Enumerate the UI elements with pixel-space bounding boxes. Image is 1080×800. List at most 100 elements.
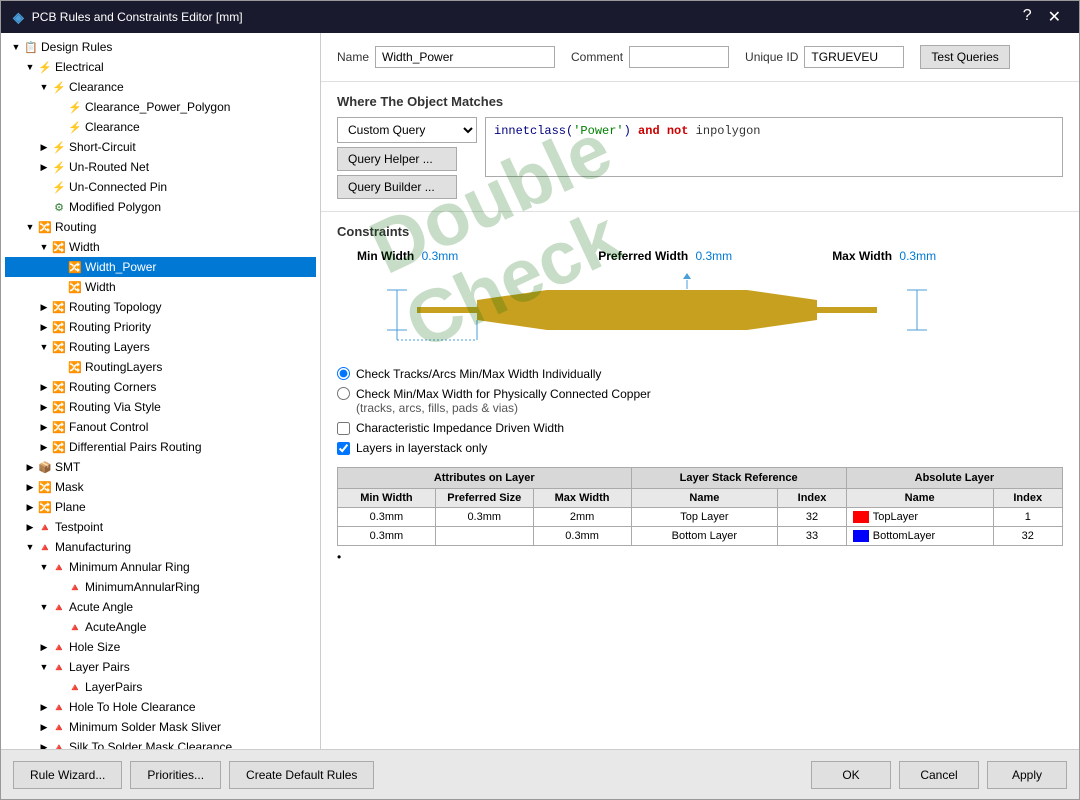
tree-label: Minimum Annular Ring: [67, 560, 190, 574]
tree-item-clearance2[interactable]: ⚡ Clearance: [5, 117, 316, 137]
ok-button[interactable]: OK: [811, 761, 891, 789]
checkbox-layerstack[interactable]: [337, 442, 350, 455]
expand-icon[interactable]: ▼: [23, 220, 37, 234]
expand-icon[interactable]: ▶: [37, 160, 51, 174]
close-button[interactable]: ✕: [1042, 5, 1067, 29]
expand-icon[interactable]: ▼: [37, 340, 51, 354]
tree-item-electrical[interactable]: ▼ ⚡ Electrical: [5, 57, 316, 77]
create-defaults-button[interactable]: Create Default Rules: [229, 761, 374, 789]
comment-input[interactable]: [629, 46, 729, 68]
tree-item-layer-pairs-item[interactable]: 🔺 LayerPairs: [5, 677, 316, 697]
tree-item-hole-size[interactable]: ▶ 🔺 Hole Size: [5, 637, 316, 657]
help-button[interactable]: ?: [1017, 5, 1038, 29]
rule-wizard-button[interactable]: Rule Wizard...: [13, 761, 122, 789]
table-row[interactable]: 0.3mm 0.3mm Bottom Layer 33 BottomLayer …: [337, 526, 1063, 546]
tree-item-design-rules[interactable]: ▼ 📋 Design Rules: [5, 37, 316, 57]
manufacturing-icon: 🔺: [37, 539, 53, 555]
tree-item-routing-via[interactable]: ▶ 🔀 Routing Via Style: [5, 397, 316, 417]
expand-icon[interactable]: ▶: [37, 420, 51, 434]
tree-item-testpoint[interactable]: ▶ 🔺 Testpoint: [5, 517, 316, 537]
rule-icon: 🔀: [67, 359, 83, 375]
tree-label: Mask: [53, 480, 84, 494]
tree-item-fanout[interactable]: ▶ 🔀 Fanout Control: [5, 417, 316, 437]
radio-tracks-arcs[interactable]: [337, 367, 350, 380]
expand-icon[interactable]: ▼: [9, 40, 23, 54]
tree-item-clearance-power[interactable]: ⚡ Clearance_Power_Polygon: [5, 97, 316, 117]
tree-label: Hole To Hole Clearance: [67, 700, 196, 714]
tree-item-mask[interactable]: ▶ 🔀 Mask: [5, 477, 316, 497]
expand-icon[interactable]: ▼: [37, 600, 51, 614]
options-row: Check Tracks/Arcs Min/Max Width Individu…: [337, 367, 1063, 455]
tree-item-clearance[interactable]: ▼ ⚡ Clearance: [5, 77, 316, 97]
expand-icon[interactable]: ▼: [37, 660, 51, 674]
expand-icon[interactable]: ▶: [23, 500, 37, 514]
tree-view[interactable]: ▼ 📋 Design Rules ▼ ⚡ Electrical ▼ ⚡ Clea…: [1, 33, 320, 749]
tree-item-routing-layers-item[interactable]: 🔀 RoutingLayers: [5, 357, 316, 377]
radio-physical-copper[interactable]: [337, 387, 350, 400]
tree-item-min-annular[interactable]: ▼ 🔺 Minimum Annular Ring: [5, 557, 316, 577]
tree-item-acute-angle-item[interactable]: 🔺 AcuteAngle: [5, 617, 316, 637]
tree-item-layer-pairs[interactable]: ▼ 🔺 Layer Pairs: [5, 657, 316, 677]
expand-icon[interactable]: ▶: [37, 380, 51, 394]
expand-icon[interactable]: ▶: [37, 640, 51, 654]
cancel-button[interactable]: Cancel: [899, 761, 979, 789]
tree-item-width-power[interactable]: 🔀 Width_Power: [5, 257, 316, 277]
tree-item-unconnected[interactable]: ⚡ Un-Connected Pin: [5, 177, 316, 197]
expand-icon[interactable]: ▼: [23, 540, 37, 554]
tree-item-routing-topology[interactable]: ▶ 🔀 Routing Topology: [5, 297, 316, 317]
cell-pref-size: [436, 527, 534, 545]
expand-icon: [37, 180, 51, 194]
mask-icon: 🔀: [37, 479, 53, 495]
expand-icon[interactable]: ▼: [37, 80, 51, 94]
expand-icon[interactable]: ▶: [37, 720, 51, 734]
table-row[interactable]: 0.3mm 0.3mm 2mm Top Layer 32 TopLayer 1: [337, 507, 1063, 526]
query-helper-button[interactable]: Query Helper ...: [337, 147, 457, 171]
tree-item-routing-priority[interactable]: ▶ 🔀 Routing Priority: [5, 317, 316, 337]
priorities-button[interactable]: Priorities...: [130, 761, 221, 789]
tree-item-width-group[interactable]: ▼ 🔀 Width: [5, 237, 316, 257]
tree-label: Width_Power: [83, 260, 156, 274]
tree-item-silk-solder[interactable]: ▶ 🔺 Silk To Solder Mask Clearance: [5, 737, 316, 749]
tree-item-min-solder-mask[interactable]: ▶ 🔺 Minimum Solder Mask Sliver: [5, 717, 316, 737]
expand-icon[interactable]: ▼: [37, 560, 51, 574]
expand-icon: [53, 100, 67, 114]
query-dropdown[interactable]: Custom Query Query Helper Query Builder: [337, 117, 477, 143]
tree-item-plane[interactable]: ▶ 🔀 Plane: [5, 497, 316, 517]
tree-item-routing[interactable]: ▼ 🔀 Routing: [5, 217, 316, 237]
uid-input[interactable]: [804, 46, 904, 68]
tree-item-unrouted[interactable]: ▶ ⚡ Un-Routed Net: [5, 157, 316, 177]
tree-item-width[interactable]: 🔀 Width: [5, 277, 316, 297]
expand-icon[interactable]: ▶: [37, 740, 51, 749]
col-index2: Index: [994, 489, 1063, 507]
tree-item-routing-corners[interactable]: ▶ 🔀 Routing Corners: [5, 377, 316, 397]
expand-icon[interactable]: ▶: [37, 700, 51, 714]
checkbox-impedance[interactable]: [337, 422, 350, 435]
expand-icon[interactable]: ▶: [37, 140, 51, 154]
expand-icon[interactable]: ▼: [23, 60, 37, 74]
tree-item-hole-to-hole[interactable]: ▶ 🔺 Hole To Hole Clearance: [5, 697, 316, 717]
tree-item-modified[interactable]: ⚙ Modified Polygon: [5, 197, 316, 217]
name-input[interactable]: [375, 46, 555, 68]
apply-button[interactable]: Apply: [987, 761, 1067, 789]
tree-item-min-annular-item[interactable]: 🔺 MinimumAnnularRing: [5, 577, 316, 597]
expand-icon[interactable]: ▶: [23, 460, 37, 474]
test-queries-button[interactable]: Test Queries: [920, 45, 1009, 69]
expand-icon[interactable]: ▶: [37, 440, 51, 454]
expand-icon[interactable]: ▶: [23, 520, 37, 534]
abs-layer-name: TopLayer: [873, 511, 918, 523]
tree-item-acute-angle[interactable]: ▼ 🔺 Acute Angle: [5, 597, 316, 617]
expand-icon[interactable]: ▶: [37, 400, 51, 414]
query-code-box[interactable]: innetclass('Power') and not inpolygon: [485, 117, 1063, 177]
right-panel: DoubleCheck Name Comment Unique ID Test …: [321, 33, 1079, 749]
tree-item-short-circuit[interactable]: ▶ ⚡ Short-Circuit: [5, 137, 316, 157]
expand-icon[interactable]: ▶: [37, 300, 51, 314]
left-panel: ▼ 📋 Design Rules ▼ ⚡ Electrical ▼ ⚡ Clea…: [1, 33, 321, 749]
tree-item-diff-pairs[interactable]: ▶ 🔀 Differential Pairs Routing: [5, 437, 316, 457]
tree-item-smt[interactable]: ▶ 📦 SMT: [5, 457, 316, 477]
expand-icon[interactable]: ▶: [23, 480, 37, 494]
tree-item-manufacturing[interactable]: ▼ 🔺 Manufacturing: [5, 537, 316, 557]
expand-icon[interactable]: ▼: [37, 240, 51, 254]
tree-item-routing-layers[interactable]: ▼ 🔀 Routing Layers: [5, 337, 316, 357]
expand-icon[interactable]: ▶: [37, 320, 51, 334]
query-builder-button[interactable]: Query Builder ...: [337, 175, 457, 199]
